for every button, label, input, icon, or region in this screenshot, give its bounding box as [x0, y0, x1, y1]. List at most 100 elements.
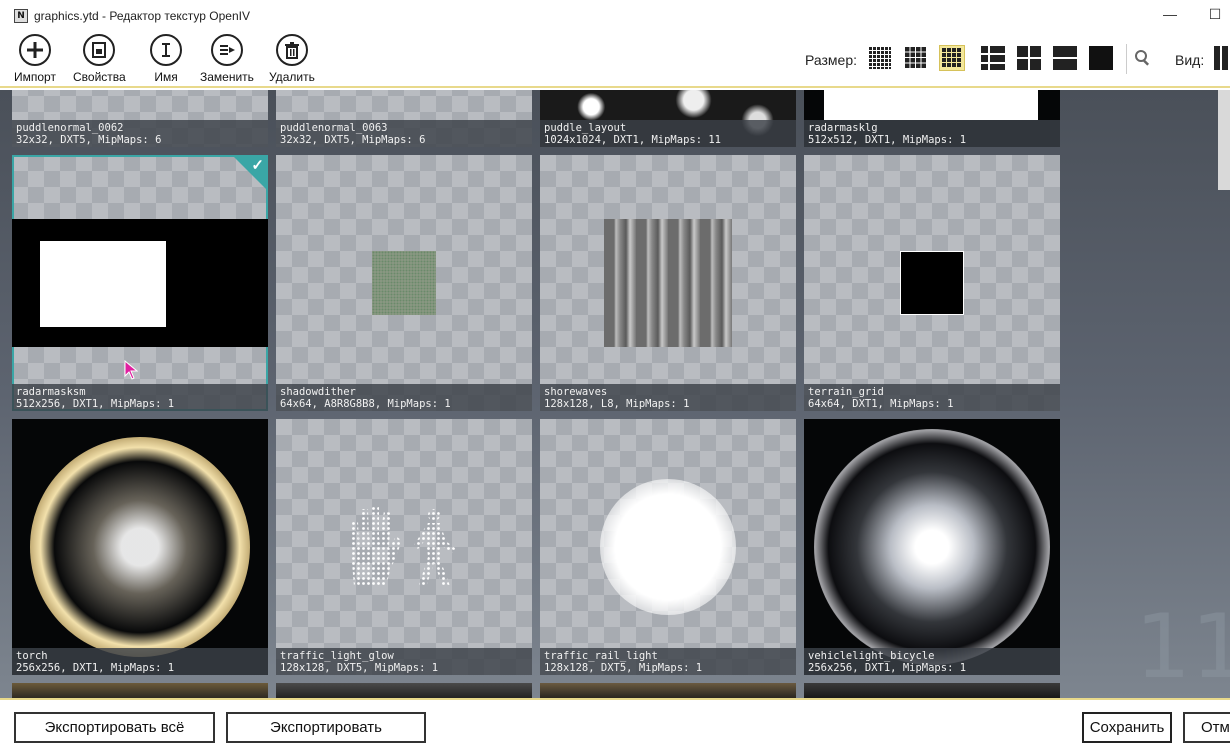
texture-name: traffic_light_glow	[280, 650, 394, 662]
delete-button[interactable]: Удалить	[269, 34, 315, 84]
text-cursor-icon	[150, 34, 182, 66]
texture-caption: traffic_rail_light 128x128, DXT5, MipMap…	[540, 648, 796, 675]
export-button[interactable]: Экспортировать	[226, 712, 426, 743]
import-button[interactable]: Импорт	[14, 34, 56, 84]
texture-preview	[372, 251, 436, 315]
texture-tile[interactable]: traffic_light_glow 128x128, DXT5, MipMap…	[276, 419, 532, 675]
texture-caption: puddlenormal_0062 32x32, DXT5, MipMaps: …	[12, 120, 268, 147]
minimize-button[interactable]: —	[1160, 6, 1180, 22]
texture-tile[interactable]: radarmasklg 512x512, DXT1, MipMaps: 1	[804, 90, 1060, 147]
texture-caption: torch 256x256, DXT1, MipMaps: 1	[12, 648, 268, 675]
export-all-button[interactable]: Экспортировать всё	[14, 712, 215, 743]
texture-preview	[900, 251, 964, 315]
texture-name: shorewaves	[544, 386, 608, 398]
texture-tile[interactable]: puddlenormal_0062 32x32, DXT5, MipMaps: …	[12, 90, 268, 147]
texture-tile[interactable]: puddlenormal_0063 32x32, DXT5, MipMaps: …	[276, 90, 532, 147]
texture-tile-selected[interactable]: ✓ radarmasksm 512x256, DXT1, MipMaps: 1	[12, 155, 268, 411]
view-mode-icon[interactable]	[1210, 46, 1230, 70]
texture-info: 32x32, DXT5, MipMaps: 6	[280, 134, 426, 146]
texture-preview	[604, 219, 732, 347]
texture-info: 256x256, DXT1, MipMaps: 1	[16, 662, 175, 674]
texture-info: 32x32, DXT5, MipMaps: 6	[16, 134, 162, 146]
delete-label: Удалить	[269, 70, 315, 84]
texture-preview	[12, 219, 268, 347]
texture-caption: radarmasklg 512x512, DXT1, MipMaps: 1	[804, 120, 1060, 147]
texture-name: terrain_grid	[808, 386, 884, 398]
texture-info: 128x128, L8, MipMaps: 1	[544, 398, 690, 410]
texture-name: puddle_layout	[544, 122, 627, 134]
toolbar: Импорт Свойства Имя Заменить Удалить Раз…	[0, 32, 1230, 88]
texture-caption: puddle_layout 1024x1024, DXT1, MipMaps: …	[540, 120, 796, 147]
toolbar-divider	[1126, 44, 1127, 74]
texture-tile[interactable]: puddle_layout 1024x1024, DXT1, MipMaps: …	[540, 90, 796, 147]
size-single-icon[interactable]	[1089, 46, 1113, 70]
texture-name: puddlenormal_0062	[16, 122, 124, 134]
texture-caption: shorewaves 128x128, L8, MipMaps: 1	[540, 384, 796, 411]
texture-caption: terrain_grid 64x64, DXT1, MipMaps: 1	[804, 384, 1060, 411]
replace-icon	[210, 34, 243, 66]
search-icon[interactable]	[1131, 46, 1155, 70]
texture-info: 512x256, DXT1, MipMaps: 1	[16, 398, 175, 410]
properties-button[interactable]: Свойства	[73, 34, 126, 84]
texture-name: traffic_rail_light	[544, 650, 658, 662]
texture-preview	[824, 90, 1038, 120]
texture-info: 64x64, A8R8G8B8, MipMaps: 1	[280, 398, 451, 410]
checkmark-icon: ✓	[251, 157, 264, 174]
size-tiny-grid-icon[interactable]	[868, 46, 892, 70]
texture-grid-area: 11 puddlenormal_0062 32x32, DXT5, MipMap…	[0, 90, 1230, 698]
replace-button[interactable]: Заменить	[200, 34, 254, 84]
name-button[interactable]: Имя	[150, 34, 182, 84]
page-number-watermark: 11	[1135, 595, 1230, 698]
texture-info: 128x128, DXT5, MipMaps: 1	[280, 662, 439, 674]
footer-bar: Экспортировать всё Экспортировать Сохран…	[0, 698, 1230, 754]
texture-caption: shadowdither 64x64, A8R8G8B8, MipMaps: 1	[276, 384, 532, 411]
texture-tile[interactable]: terrain_grid 64x64, DXT1, MipMaps: 1	[804, 155, 1060, 411]
texture-tile[interactable]: shorewaves 128x128, L8, MipMaps: 1	[540, 155, 796, 411]
texture-tile[interactable]: vehiclelight_bicycle 256x256, DXT1, MipM…	[804, 419, 1060, 675]
texture-name: radarmasklg	[808, 122, 878, 134]
traffic-hand-walk-icon	[350, 505, 456, 587]
texture-tile[interactable]: traffic_rail_light 128x128, DXT5, MipMap…	[540, 419, 796, 675]
texture-tile[interactable]: torch 256x256, DXT1, MipMaps: 1	[12, 419, 268, 675]
texture-info: 512x512, DXT1, MipMaps: 1	[808, 134, 967, 146]
size-xlarge-grid-icon[interactable]	[1017, 46, 1041, 70]
mouse-cursor-icon	[124, 360, 138, 380]
texture-caption: vehiclelight_bicycle 256x256, DXT1, MipM…	[804, 648, 1060, 675]
texture-tile[interactable]	[804, 683, 1060, 698]
texture-name: torch	[16, 650, 48, 662]
size-label: Размер:	[805, 52, 858, 68]
import-label: Импорт	[14, 70, 56, 84]
texture-info: 1024x1024, DXT1, MipMaps: 11	[544, 134, 722, 146]
plus-icon	[18, 34, 51, 66]
texture-caption: traffic_light_glow 128x128, DXT5, MipMap…	[276, 648, 532, 675]
texture-preview-white	[40, 241, 166, 327]
texture-info: 128x128, DXT5, MipMaps: 1	[544, 662, 703, 674]
size-list-icon[interactable]	[1053, 46, 1077, 70]
size-small-grid-icon[interactable]	[904, 46, 928, 70]
texture-tile[interactable]	[276, 683, 532, 698]
texture-name: vehiclelight_bicycle	[808, 650, 935, 662]
save-button[interactable]: Сохранить	[1082, 712, 1172, 743]
texture-tile[interactable]	[12, 683, 268, 698]
texture-name: radarmasksm	[16, 386, 86, 398]
cancel-button[interactable]: Отм	[1183, 712, 1230, 743]
texture-info: 64x64, DXT1, MipMaps: 1	[808, 398, 954, 410]
texture-preview	[814, 429, 1050, 665]
texture-name: shadowdither	[280, 386, 356, 398]
texture-tile[interactable]: shadowdither 64x64, A8R8G8B8, MipMaps: 1	[276, 155, 532, 411]
texture-caption: puddlenormal_0063 32x32, DXT5, MipMaps: …	[276, 120, 532, 147]
texture-tile[interactable]	[540, 683, 796, 698]
window-title: graphics.ytd - Редактор текстур OpenIV	[34, 9, 250, 23]
maximize-button[interactable]: ☐	[1205, 6, 1225, 23]
name-label: Имя	[154, 70, 178, 84]
properties-icon	[83, 34, 116, 66]
properties-label: Свойства	[73, 70, 126, 84]
texture-preview	[600, 479, 736, 615]
side-panel-edge	[1218, 90, 1230, 190]
trash-icon	[275, 34, 308, 66]
texture-caption: radarmasksm 512x256, DXT1, MipMaps: 1	[12, 384, 268, 411]
texture-preview	[30, 437, 250, 657]
texture-info: 256x256, DXT1, MipMaps: 1	[808, 662, 967, 674]
size-medium-grid-icon[interactable]	[939, 45, 965, 71]
size-large-grid-icon[interactable]	[981, 46, 1005, 70]
